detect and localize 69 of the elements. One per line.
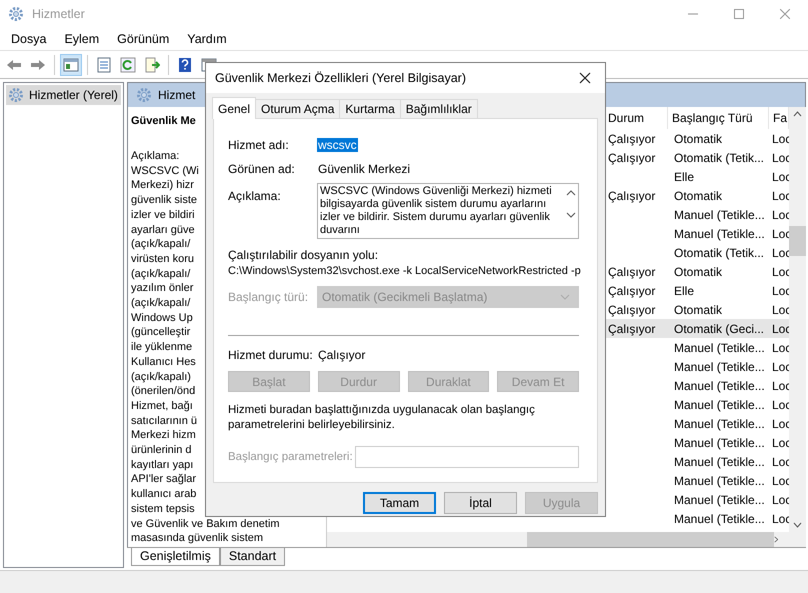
field-label: Görünen ad: [228, 162, 296, 176]
description-line: (önerilen/önd [131, 384, 196, 399]
description-line: WSCSVC (Wi [131, 164, 199, 178]
startup-type-cell-text: Manuel (Tetikle... [673, 492, 766, 508]
startup-type-cell-text: Elle [673, 282, 696, 300]
status-cell-text: Çalışıyor [607, 282, 656, 300]
description-line: Merkezi hizm [131, 428, 196, 444]
hint-text: Hizmeti buradan başlattığınızda uygulanacak olan başlangıç parametrelerini belirleyebilirsiniz. [228, 403, 536, 433]
field-label: Hizmet adı: [228, 138, 290, 152]
field-label: Çalıştırılabilir dosyanın yolu: [228, 247, 380, 263]
description-line: kayıtları yapı [131, 458, 194, 472]
description-line: (güncelleştir [131, 325, 190, 340]
startup-type-cell-text: Otomatik [673, 264, 724, 280]
status-cell-text: Çalışıyor [607, 320, 656, 338]
startup-type-cell-text: Manuel (Tetikle... [673, 416, 766, 432]
startup-type-cell-text: Manuel (Tetikle... [673, 472, 766, 490]
description-line: satıcılarının ü [131, 414, 198, 428]
field-label: Açıklama: [228, 188, 282, 203]
startup-type-cell-text: Manuel (Tetikle... [673, 340, 766, 356]
pane-header: Hizmet [158, 88, 196, 102]
startup-type-cell-text: Otomatik (Tetik... [673, 244, 766, 262]
description-line: ile yüklenme [131, 340, 192, 355]
status-value: Çalışıyor [317, 348, 366, 362]
status-cell-text: Çalışıyor [607, 188, 656, 204]
startup-type-cell-text: Manuel (Tetikle... [673, 226, 766, 242]
description-line: Hizmet, bağı [131, 398, 193, 414]
startup-type-cell-text: Manuel (Tetikle... [673, 434, 766, 452]
startup-type-cell-text: Otomatik (Tetik... [673, 150, 766, 166]
description-line: (açık/kapalı/ [131, 296, 190, 311]
description-line: Kullanıcı Hes [131, 354, 196, 370]
startup-type-cell-text: Otomatik (Geci... [673, 320, 766, 338]
field-label: Başlangıç parametreleri: [228, 451, 354, 463]
description-line: (açık/kapalı/ [131, 237, 190, 252]
status-cell-text: Çalışıyor [607, 264, 656, 280]
description-line: masasında güvenlik sistem [131, 531, 264, 546]
startup-type-cell-text: Otomatik [673, 188, 724, 204]
description-line: ürünlerinin d [131, 443, 192, 458]
field-label: Başlangıç türü: [228, 290, 310, 304]
description-line: kullanıcı arab [131, 487, 196, 502]
startup-type-cell-text: Manuel (Tetikle... [673, 510, 766, 528]
startup-type-cell-text: Elle [673, 168, 696, 186]
service-title: Güvenlik Me [131, 115, 196, 127]
status-cell-text: Çalışıyor [607, 302, 656, 318]
description-line: izler ve bildiri [131, 208, 195, 223]
description-label: Açıklama: [131, 149, 180, 164]
startup-type-cell-text: Otomatik [673, 130, 724, 148]
description-line: yazılım önler [131, 281, 194, 296]
description-line: virüsten koru [131, 252, 194, 267]
description-line: ayarları güve [131, 222, 195, 238]
description-line: sistem tepsis [131, 502, 195, 517]
startup-type-cell-text: Manuel (Tetikle... [673, 378, 766, 394]
description-line: güvenlik siste [131, 193, 198, 208]
description-line: ve Güvenlik ve Bakım denetim [131, 516, 280, 532]
dialog-title: Güvenlik Merkezi Özellikleri (Yerel Bilgisayar) [215, 71, 466, 85]
description-line: (açık/kapalı) [131, 370, 191, 384]
startup-type-cell-text: Manuel (Tetikle... [673, 454, 766, 470]
description-line: (açık/kapalı/ [131, 266, 190, 282]
path-value: C:\Windows\System32\svchost.exe -k LocalServiceNetworkRestricted -p [228, 264, 579, 279]
startup-type-cell-text: Manuel (Tetikle... [673, 206, 766, 224]
description-line: Windows Up [131, 310, 193, 326]
status-cell-text: Çalışıyor [607, 130, 656, 148]
window-title: Hizmetler [32, 7, 85, 21]
status-cell-text: Çalışıyor [607, 150, 656, 166]
startup-type-cell-text: Manuel (Tetikle... [673, 358, 766, 376]
startup-type-cell-text: Manuel (Tetikle... [673, 396, 766, 414]
description-line: Merkezi) hizr [131, 178, 194, 194]
startup-type-cell-text: Otomatik [673, 302, 724, 318]
description-line: API'ler sağlar [131, 472, 196, 488]
field-label: Hizmet durumu: [228, 348, 314, 362]
